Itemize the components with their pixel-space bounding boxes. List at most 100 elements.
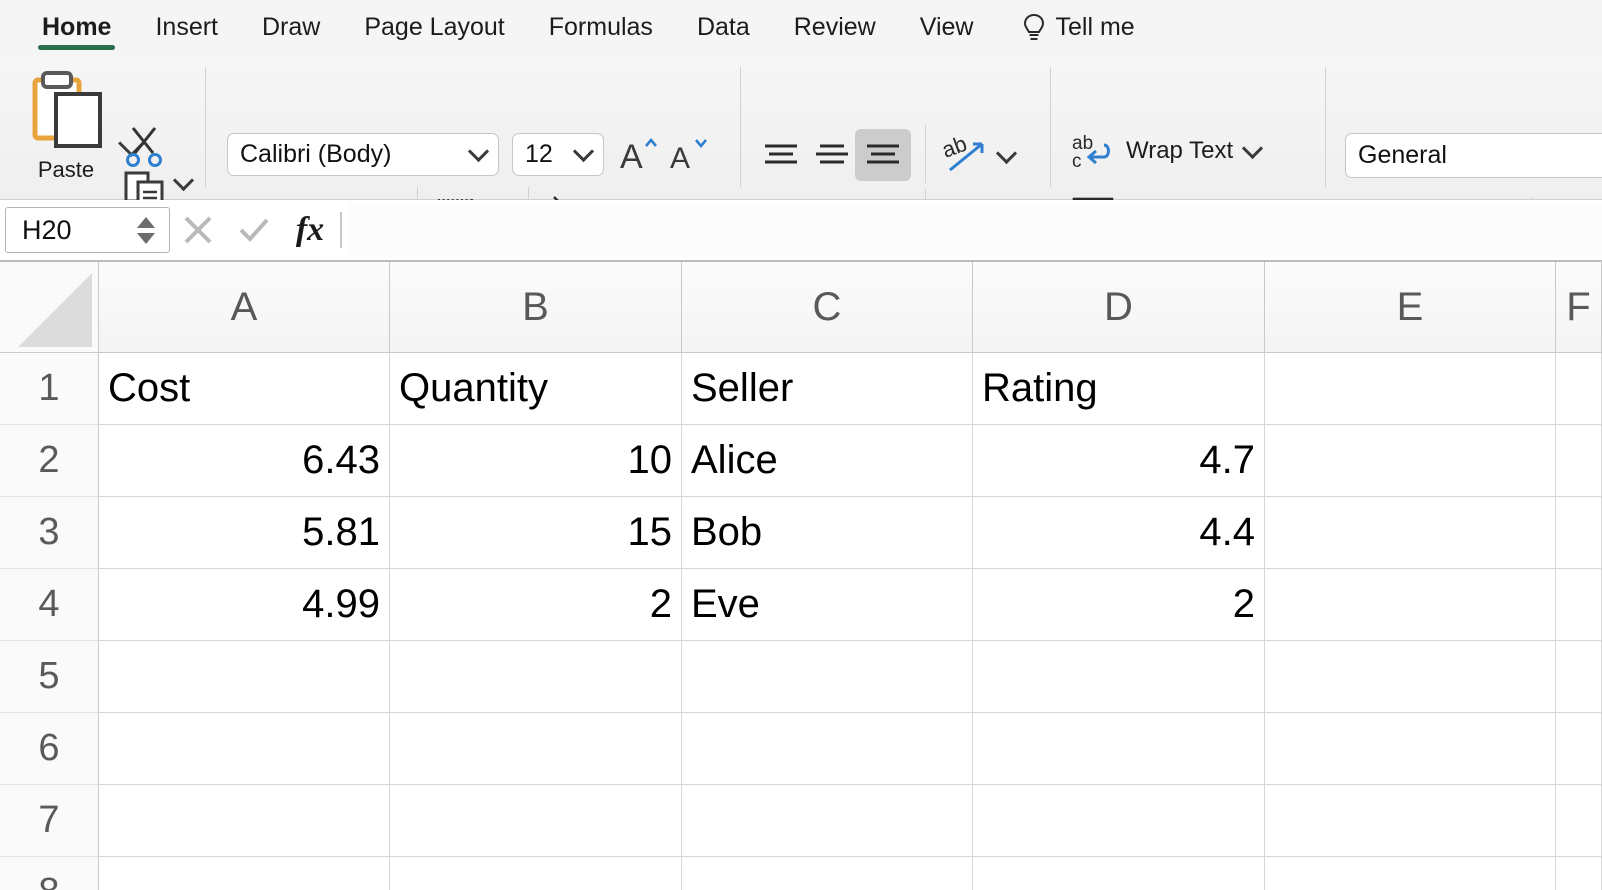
font-size-combobox[interactable]: 12	[512, 133, 604, 176]
font-name-combobox[interactable]: Calibri (Body)	[227, 133, 499, 176]
row-header-7[interactable]: 7	[0, 785, 99, 857]
cell-E8[interactable]	[1265, 857, 1556, 890]
tell-me-button[interactable]: Tell me	[995, 0, 1156, 55]
cell-F5[interactable]	[1556, 641, 1602, 713]
align-top-button[interactable]	[755, 133, 807, 177]
ribbon-tab-review[interactable]: Review	[772, 0, 898, 55]
column-header-A[interactable]: A	[99, 262, 390, 353]
cell-F4[interactable]	[1556, 569, 1602, 641]
cell-C4[interactable]: Eve	[682, 569, 973, 641]
formula-bar: H20 fx	[0, 200, 1602, 262]
cell-B6[interactable]	[390, 713, 682, 785]
cell-A3[interactable]: 5.81	[99, 497, 390, 569]
cell-A4[interactable]: 4.99	[99, 569, 390, 641]
ribbon-tab-formulas[interactable]: Formulas	[527, 0, 675, 55]
row-header-8[interactable]: 8	[0, 857, 99, 890]
cell-A6[interactable]	[99, 713, 390, 785]
decrease-font-size-icon: A	[670, 139, 707, 175]
name-box[interactable]: H20	[5, 207, 170, 253]
cell-B7[interactable]	[390, 785, 682, 857]
cell-B5[interactable]	[390, 641, 682, 713]
row-header-1[interactable]: 1	[0, 353, 99, 425]
cell-A5[interactable]	[99, 641, 390, 713]
cell-A2[interactable]: 6.43	[99, 425, 390, 497]
formula-input[interactable]	[348, 202, 1602, 258]
cell-D8[interactable]	[973, 857, 1265, 890]
spinner-up-icon[interactable]	[137, 216, 155, 228]
increase-font-size-button[interactable]: A	[616, 129, 664, 179]
ribbon-tab-home[interactable]: Home	[20, 0, 133, 55]
cell-B2[interactable]: 10	[390, 425, 682, 497]
cell-F8[interactable]	[1556, 857, 1602, 890]
cell-F1[interactable]	[1556, 353, 1602, 425]
insert-function-button[interactable]: fx	[282, 199, 338, 261]
select-all-button[interactable]	[0, 262, 99, 353]
spinner-down-icon[interactable]	[137, 232, 155, 244]
name-box-spinner[interactable]	[129, 216, 169, 244]
cell-E7[interactable]	[1265, 785, 1556, 857]
font-name-value: Calibri (Body)	[240, 140, 392, 168]
cell-F2[interactable]	[1556, 425, 1602, 497]
cell-D3[interactable]: 4.4	[973, 497, 1265, 569]
cell-C8[interactable]	[682, 857, 973, 890]
cell-D1[interactable]: Rating	[973, 353, 1265, 425]
row-header-2[interactable]: 2	[0, 425, 99, 497]
cell-C1[interactable]: Seller	[682, 353, 973, 425]
row-header-5[interactable]: 5	[0, 641, 99, 713]
cell-B4[interactable]: 2	[390, 569, 682, 641]
row-header-3[interactable]: 3	[0, 497, 99, 569]
cell-D2[interactable]: 4.7	[973, 425, 1265, 497]
column-header-B[interactable]: B	[390, 262, 682, 353]
confirm-edit-button[interactable]	[226, 199, 282, 261]
cell-D5[interactable]	[973, 641, 1265, 713]
cancel-edit-button[interactable]	[170, 199, 226, 261]
cell-F3[interactable]	[1556, 497, 1602, 569]
text-orientation-dropdown-button[interactable]	[992, 139, 1020, 167]
align-middle-button[interactable]	[806, 133, 858, 177]
cell-E4[interactable]	[1265, 569, 1556, 641]
cell-D7[interactable]	[973, 785, 1265, 857]
ribbon-separator	[925, 125, 926, 183]
cell-C7[interactable]	[682, 785, 973, 857]
cell-F6[interactable]	[1556, 713, 1602, 785]
cell-C3[interactable]: Bob	[682, 497, 973, 569]
cell-E2[interactable]	[1265, 425, 1556, 497]
cell-E3[interactable]	[1265, 497, 1556, 569]
cell-F7[interactable]	[1556, 785, 1602, 857]
cell-B1[interactable]: Quantity	[390, 353, 682, 425]
row-header-4[interactable]: 4	[0, 569, 99, 641]
number-format-combobox[interactable]: General	[1345, 133, 1602, 178]
column-header-F[interactable]: F	[1556, 262, 1602, 353]
column-header-E[interactable]: E	[1265, 262, 1556, 353]
column-header-D[interactable]: D	[973, 262, 1265, 353]
cell-A7[interactable]	[99, 785, 390, 857]
paste-button[interactable]: Paste	[18, 67, 114, 192]
text-orientation-icon: ab	[942, 132, 984, 172]
copy-dropdown-button[interactable]	[170, 167, 196, 193]
scissors-icon	[126, 127, 162, 167]
ribbon-tab-view[interactable]: View	[898, 0, 996, 55]
cell-C2[interactable]: Alice	[682, 425, 973, 497]
ribbon-tab-page-layout[interactable]: Page Layout	[342, 0, 526, 55]
cell-D6[interactable]	[973, 713, 1265, 785]
wrap-text-button[interactable]: ab c Wrap Text	[1070, 129, 1264, 173]
ribbon-tab-data[interactable]: Data	[675, 0, 772, 55]
text-orientation-button[interactable]: ab	[940, 129, 992, 181]
ribbon-tab-insert[interactable]: Insert	[133, 0, 240, 55]
cell-B3[interactable]: 15	[390, 497, 682, 569]
cell-E6[interactable]	[1265, 713, 1556, 785]
decrease-font-size-button[interactable]: A	[666, 129, 714, 179]
ribbon-tab-draw[interactable]: Draw	[240, 0, 342, 55]
row-header-6[interactable]: 6	[0, 713, 99, 785]
cell-E5[interactable]	[1265, 641, 1556, 713]
ribbon: Paste Calibri (Body) 12 A A ab ab c Wrap…	[0, 55, 1602, 249]
cell-A1[interactable]: Cost	[99, 353, 390, 425]
column-header-C[interactable]: C	[682, 262, 973, 353]
cell-C6[interactable]	[682, 713, 973, 785]
cell-E1[interactable]	[1265, 353, 1556, 425]
cell-C5[interactable]	[682, 641, 973, 713]
cell-B8[interactable]	[390, 857, 682, 890]
align-bottom-button[interactable]	[855, 129, 911, 181]
cell-A8[interactable]	[99, 857, 390, 890]
cell-D4[interactable]: 2	[973, 569, 1265, 641]
